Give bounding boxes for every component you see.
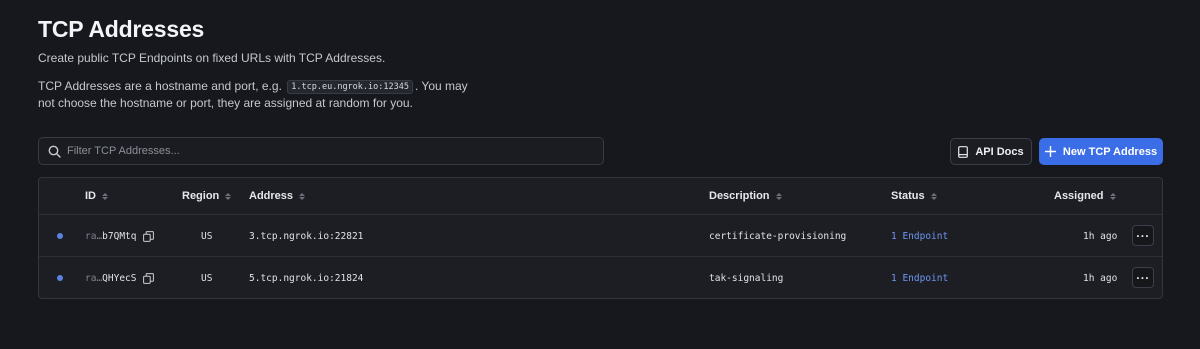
id-value: ra…QHYecS (85, 273, 137, 284)
id-prefix: ra… (85, 272, 103, 284)
column-header-label: Region (182, 190, 220, 202)
table-row[interactable]: ra…b7QMtq US 3.tcp.ngrok.io:22821 certif… (39, 215, 1162, 257)
filter-input[interactable] (67, 145, 567, 157)
status-dot (57, 275, 63, 281)
assigned-cell: 1h ago (1083, 272, 1118, 284)
more-actions-button[interactable]: ··· (1132, 225, 1154, 246)
status-link[interactable]: 1 Endpoint (891, 257, 948, 299)
description-text-before: TCP Addresses are a hostname and port, e… (38, 79, 282, 93)
id-suffix: QHYecS (102, 272, 137, 284)
page-title: TCP Addresses (38, 16, 205, 42)
copy-icon[interactable] (142, 230, 154, 242)
id-prefix: ra… (85, 230, 103, 242)
new-tcp-address-button[interactable]: New TCP Address (1039, 138, 1163, 165)
more-icon: ··· (1136, 228, 1150, 243)
column-header-address[interactable]: Address (249, 190, 306, 202)
description-cell: certificate-provisioning (709, 230, 847, 242)
filter-search-box[interactable] (38, 137, 604, 165)
book-icon (958, 145, 969, 158)
more-actions-button[interactable]: ··· (1132, 267, 1154, 288)
status-dot (57, 233, 63, 239)
copy-icon[interactable] (142, 272, 154, 284)
sort-icon (1109, 192, 1116, 200)
table-header: ID Region Address Description Status Ass… (39, 178, 1162, 215)
search-icon (48, 145, 61, 158)
column-header-assigned[interactable]: Assigned (1054, 190, 1116, 202)
tcp-addresses-table: ID Region Address Description Status Ass… (38, 177, 1163, 299)
sort-icon (775, 192, 782, 200)
region-cell: US (201, 230, 213, 242)
plus-icon (1044, 146, 1056, 157)
api-docs-button[interactable]: API Docs (950, 138, 1032, 165)
example-address-code: 1.tcp.eu.ngrok.io:12345 (287, 80, 413, 94)
status-link[interactable]: 1 Endpoint (891, 215, 948, 257)
column-header-description[interactable]: Description (709, 190, 782, 202)
id-cell: ra…b7QMtq (85, 215, 154, 257)
assigned-cell: 1h ago (1083, 230, 1118, 242)
column-header-id[interactable]: ID (85, 190, 108, 202)
page-subtitle: Create public TCP Endpoints on fixed URL… (38, 51, 386, 65)
sort-icon (102, 192, 108, 200)
column-header-label: Assigned (1054, 190, 1104, 202)
column-header-status[interactable]: Status (891, 190, 937, 202)
description-cell: tak-signaling (709, 272, 784, 284)
address-cell: 5.tcp.ngrok.io:21824 (249, 272, 364, 284)
table-row[interactable]: ra…QHYecS US 5.tcp.ngrok.io:21824 tak-si… (39, 257, 1162, 299)
column-header-label: ID (85, 190, 96, 202)
more-icon: ··· (1136, 270, 1150, 285)
new-tcp-address-label: New TCP Address (1062, 145, 1158, 158)
column-header-region[interactable]: Region (182, 190, 232, 202)
column-header-label: Status (891, 190, 925, 202)
sort-icon (299, 192, 306, 200)
page-description: TCP Addresses are a hostname and port, e… (38, 78, 478, 111)
id-value: ra…b7QMtq (85, 231, 137, 242)
sort-icon (930, 192, 937, 200)
address-cell: 3.tcp.ngrok.io:22821 (249, 230, 364, 242)
api-docs-label: API Docs (975, 145, 1024, 158)
sort-icon (225, 192, 232, 200)
column-header-label: Address (249, 190, 294, 202)
id-cell: ra…QHYecS (85, 257, 154, 299)
region-cell: US (201, 272, 213, 284)
id-suffix: b7QMtq (102, 230, 137, 242)
tcp-addresses-page: TCP Addresses Create public TCP Endpoint… (0, 0, 1200, 349)
column-header-label: Description (709, 190, 770, 202)
